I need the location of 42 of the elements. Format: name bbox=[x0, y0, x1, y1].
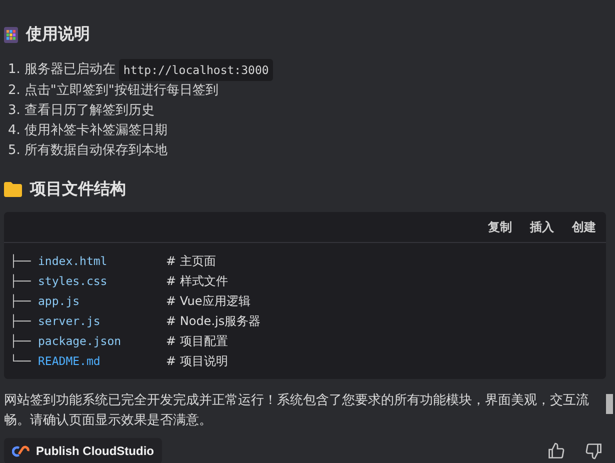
folder-icon bbox=[4, 182, 22, 197]
tree-branch: ├── bbox=[10, 273, 32, 290]
step-number: 4. bbox=[8, 122, 20, 140]
code-comment: # 主页面 bbox=[166, 253, 216, 270]
file-name: package.json bbox=[38, 333, 122, 350]
cloud-logo-icon bbox=[12, 445, 30, 457]
step-text: 点击"立即签到"按钮进行每日签到 bbox=[24, 82, 218, 100]
section-heading: 使用说明 bbox=[26, 24, 90, 45]
code-comment: # 项目说明 bbox=[166, 353, 228, 370]
file-name: app.js bbox=[38, 293, 81, 310]
message-text: 网站签到功能系统已完全开发完成并正常运行！系统包含了您要求的所有功能模块，界面美观，交互流畅。请确认页面显示效果是否满意。 bbox=[4, 392, 590, 430]
step-text: 查看日历了解签到历史 bbox=[24, 102, 154, 120]
calendar-icon bbox=[4, 26, 18, 42]
code-comment: # Vue应用逻辑 bbox=[166, 293, 250, 310]
code-action-button[interactable]: 复制 bbox=[486, 216, 514, 238]
code-action-button[interactable]: 插入 bbox=[528, 216, 556, 238]
tree-branch: ├── bbox=[10, 333, 32, 350]
code-comment: # 样式文件 bbox=[166, 273, 228, 290]
tree-branch: ├── bbox=[10, 293, 32, 310]
inline-code: http://localhost:3000 bbox=[119, 59, 273, 81]
step-number: 3. bbox=[8, 102, 20, 120]
code-action-button[interactable]: 创建 bbox=[570, 216, 598, 238]
section-heading: 项目文件结构 bbox=[30, 179, 126, 200]
code-comment: # 项目配置 bbox=[166, 333, 228, 350]
tree-branch: ├── bbox=[10, 253, 32, 270]
thumbs-up-icon[interactable] bbox=[547, 442, 565, 460]
tree-branch: └── bbox=[10, 353, 32, 370]
thumbs-down-icon[interactable] bbox=[585, 442, 603, 460]
scrollbar-thumb[interactable] bbox=[606, 394, 613, 414]
step-text: 使用补签卡补签漏签日期 bbox=[24, 122, 168, 140]
step-text: 服务器已启动在 bbox=[24, 61, 116, 79]
code-comment: # Node.js服务器 bbox=[166, 313, 261, 330]
file-name: README.md bbox=[38, 353, 102, 370]
publish-button[interactable]: Publish CloudStudio bbox=[4, 438, 162, 463]
file-name: styles.css bbox=[38, 273, 108, 290]
tree-branch: ├── bbox=[10, 313, 32, 330]
step-text: 所有数据自动保存到本地 bbox=[24, 142, 168, 160]
file-name: server.js bbox=[38, 313, 102, 330]
step-number: 1. bbox=[8, 61, 20, 79]
file-name: index.html bbox=[38, 253, 108, 270]
step-number: 5. bbox=[8, 142, 20, 160]
step-number: 2. bbox=[8, 82, 20, 100]
